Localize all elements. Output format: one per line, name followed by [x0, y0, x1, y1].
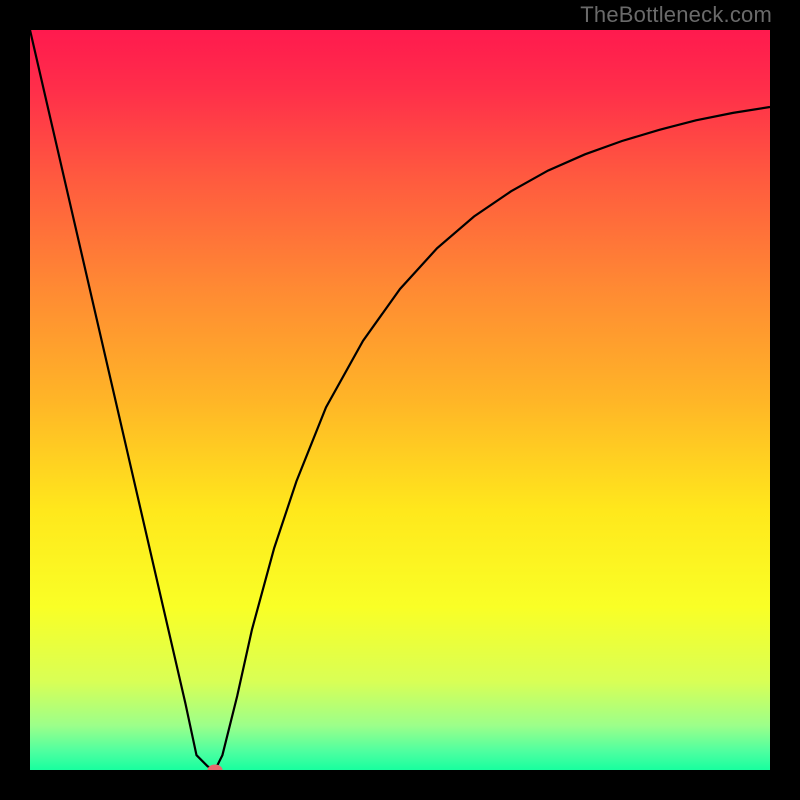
watermark-text: TheBottleneck.com	[580, 2, 772, 28]
plot-area	[30, 30, 770, 770]
minimum-marker	[208, 765, 223, 771]
bottleneck-curve	[30, 30, 770, 770]
curve-layer	[30, 30, 770, 770]
chart-frame: TheBottleneck.com	[0, 0, 800, 800]
